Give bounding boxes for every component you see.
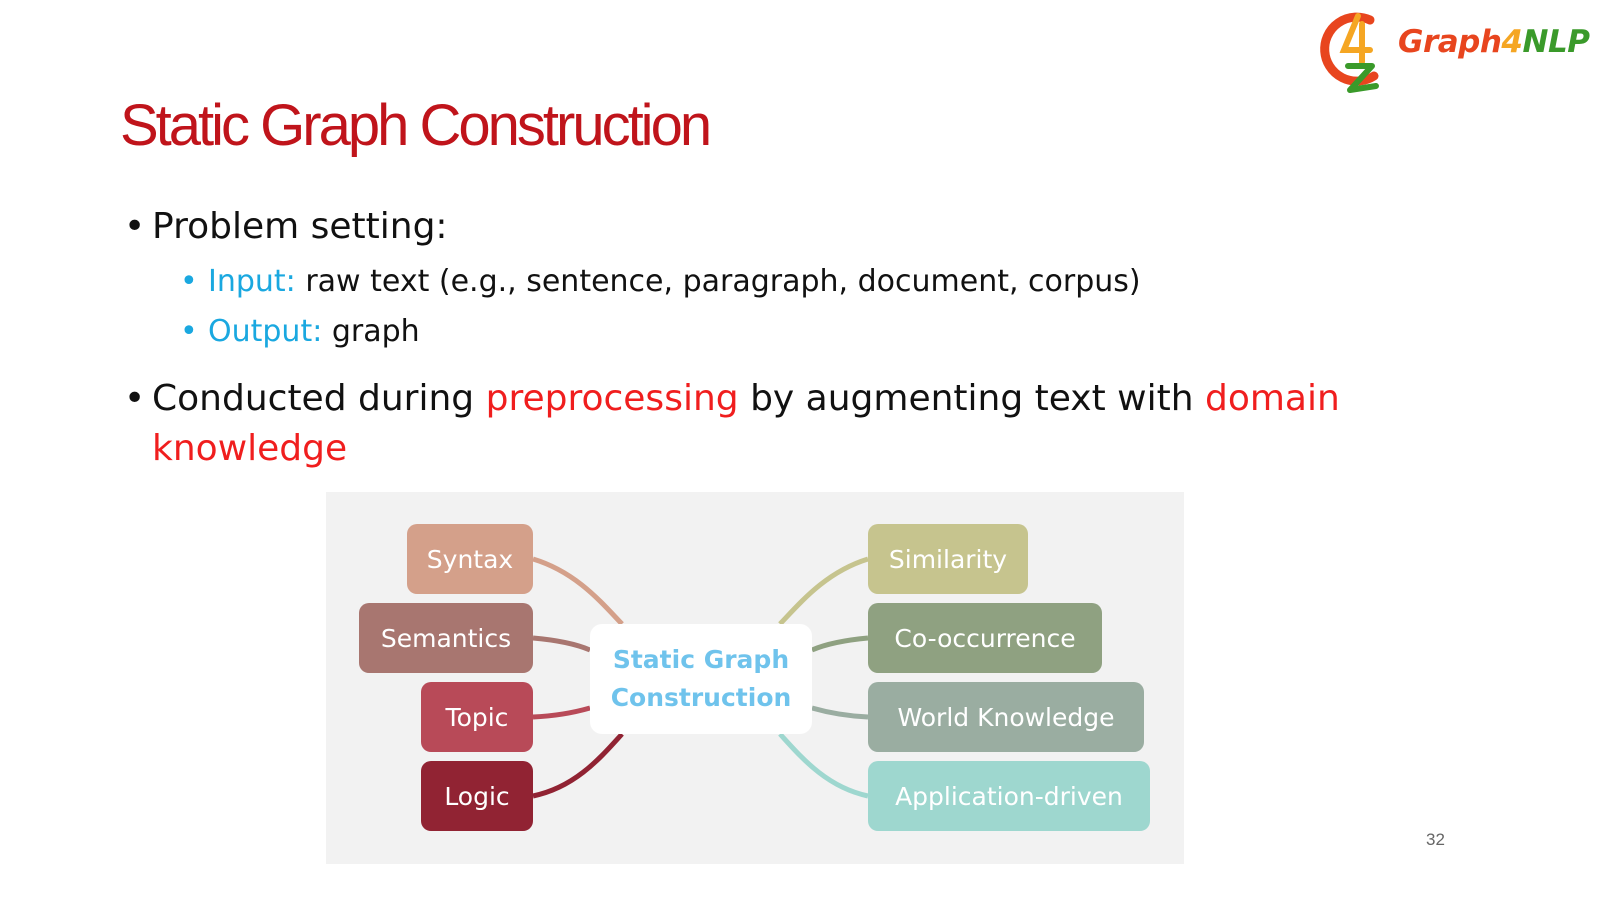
connector-syntax bbox=[532, 556, 624, 626]
mindmap-diagram: Syntax Semantics Topic Logic Static Grap… bbox=[326, 492, 1184, 864]
node-world-knowledge-label: World Knowledge bbox=[897, 702, 1115, 732]
node-application-driven: Application-driven bbox=[868, 761, 1150, 831]
graph4nlp-logo: Graph4NLP bbox=[1318, 6, 1600, 96]
node-cooccurrence: Co-occurrence bbox=[868, 603, 1102, 673]
node-similarity-label: Similarity bbox=[888, 544, 1008, 574]
node-center: Static Graph Construction bbox=[590, 624, 812, 734]
subbullet-dot: • bbox=[180, 264, 198, 299]
connector-logic bbox=[532, 732, 624, 799]
subbullet-dot: • bbox=[180, 314, 198, 349]
subbullet-output: • Output: graph bbox=[180, 314, 420, 349]
input-text: raw text (e.g., sentence, paragraph, doc… bbox=[295, 264, 1141, 299]
input-label: Input: bbox=[208, 264, 296, 299]
node-similarity: Similarity bbox=[868, 524, 1028, 594]
node-topic: Topic bbox=[421, 682, 533, 752]
node-semantics-label: Semantics bbox=[380, 623, 512, 653]
center-label-line1: Static Graph bbox=[612, 645, 790, 674]
node-world-knowledge: World Knowledge bbox=[868, 682, 1144, 752]
subbullet-input: • Input: raw text (e.g., sentence, paragr… bbox=[180, 264, 1141, 299]
node-semantics: Semantics bbox=[359, 603, 533, 673]
bullet-conducted-line1: • Conducted during preprocessing by augme… bbox=[124, 374, 1340, 424]
slide-title: Static Graph Construction bbox=[120, 93, 712, 158]
page-number: 32 bbox=[1426, 830, 1445, 849]
logo-text-nlp: NLP bbox=[1522, 24, 1590, 60]
conducted-part2: by augmenting text with bbox=[738, 378, 1205, 419]
logo-text-4: 4 bbox=[1501, 24, 1523, 60]
bullet-dot: • bbox=[124, 378, 146, 419]
bullet-conducted: • Conducted during preprocessing by augme… bbox=[124, 374, 1340, 474]
node-logic: Logic bbox=[421, 761, 533, 831]
bullet-problem-setting-text: Problem setting: bbox=[152, 206, 448, 247]
connector-application-driven bbox=[778, 732, 869, 799]
connector-semantics bbox=[532, 635, 591, 653]
bullet-dot: • bbox=[124, 206, 146, 247]
connector-topic bbox=[532, 705, 591, 720]
highlight-knowledge: knowledge bbox=[152, 428, 348, 469]
node-cooccurrence-label: Co-occurrence bbox=[894, 623, 1076, 653]
bullet-problem-setting: • Problem setting: bbox=[124, 206, 448, 247]
conducted-part1: Conducted during bbox=[152, 378, 486, 419]
center-label-line2: Construction bbox=[610, 683, 792, 712]
highlight-domain: domain bbox=[1204, 378, 1340, 419]
logo-wordmark: Graph4NLP bbox=[1398, 24, 1590, 60]
output-label: Output: bbox=[208, 314, 323, 349]
graph4nlp-logo-mark bbox=[1320, 12, 1379, 93]
node-topic-label: Topic bbox=[445, 702, 509, 732]
node-syntax: Syntax bbox=[407, 524, 533, 594]
connector-similarity bbox=[778, 556, 869, 626]
connector-world-knowledge bbox=[811, 705, 869, 720]
logo-text-graph: Graph bbox=[1398, 24, 1502, 60]
output-text: graph bbox=[322, 314, 420, 349]
node-application-driven-label: Application-driven bbox=[895, 781, 1123, 811]
highlight-preprocessing: preprocessing bbox=[485, 378, 739, 419]
node-syntax-label: Syntax bbox=[426, 544, 514, 574]
connector-cooccurrence bbox=[811, 635, 869, 653]
node-logic-label: Logic bbox=[444, 781, 510, 811]
